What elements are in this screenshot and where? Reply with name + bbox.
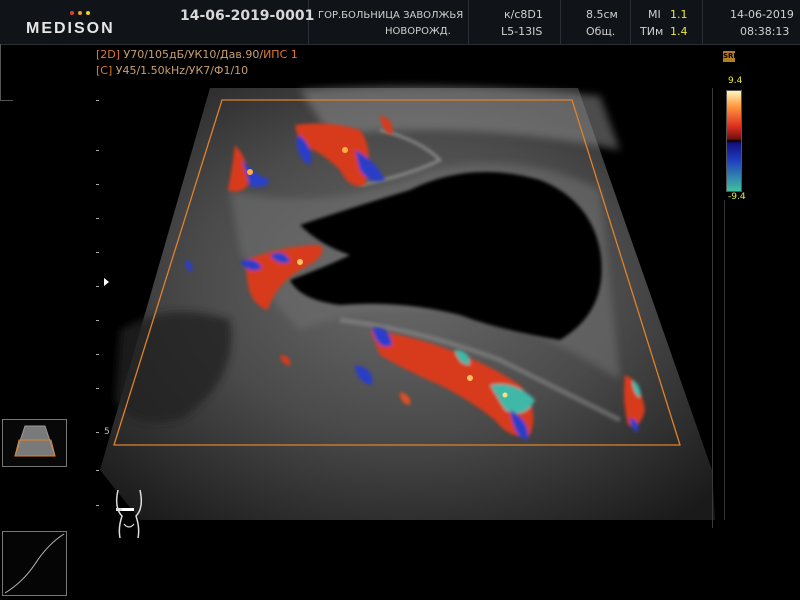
depth-tick (96, 286, 99, 287)
depth-scale (97, 95, 98, 515)
depth-mark-label: 5 (104, 427, 110, 437)
srf-badge: SRF (723, 51, 739, 62)
depth-tick (96, 100, 99, 101)
focus-arrow-icon[interactable] (104, 278, 109, 286)
depth-tick (96, 470, 99, 471)
depth-tick (96, 320, 99, 321)
depth-tick (96, 432, 99, 433)
probe-thumbnail-icon[interactable] (2, 419, 67, 467)
velocity-scale-min: -9.4 (728, 192, 746, 202)
right-rule (712, 88, 713, 528)
depth-tick (96, 184, 99, 185)
tgc-curve-icon[interactable] (2, 531, 67, 596)
right-rule (724, 200, 725, 520)
depth-tick (96, 505, 99, 506)
depth-tick (96, 388, 99, 389)
depth-tick (96, 252, 99, 253)
body-marker-icon[interactable] (108, 488, 152, 544)
velocity-scale-max: 9.4 (728, 76, 743, 86)
color-velocity-bar (726, 90, 742, 192)
depth-tick (96, 354, 99, 355)
depth-tick (96, 218, 99, 219)
depth-tick (96, 150, 99, 151)
left-frame (0, 44, 13, 101)
